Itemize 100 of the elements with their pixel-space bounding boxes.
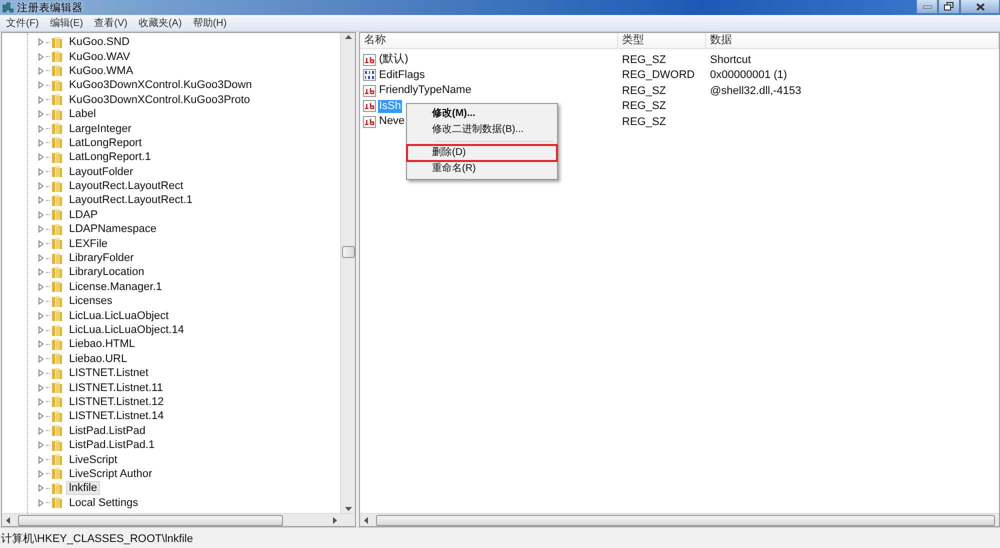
close-button[interactable] (960, 0, 1000, 14)
folder-icon (51, 266, 63, 279)
menu-item[interactable]: 文件(F) (2, 16, 46, 30)
restore-button[interactable] (938, 0, 960, 14)
tree-item[interactable]: LDAP (66, 208, 101, 222)
value-type: REG_SZ (621, 54, 668, 66)
value-name[interactable]: FriendlyTypeName (378, 84, 472, 98)
tree-item[interactable]: LayoutRect.LayoutRect.1 (66, 193, 196, 208)
string-value-icon (363, 84, 376, 97)
tree-item[interactable]: LatLongReport.1 (66, 150, 154, 164)
tree-item[interactable]: LEXFile (66, 236, 111, 251)
column-header[interactable]: 名称 (360, 33, 618, 48)
tree-item[interactable]: LatLongReport (66, 136, 145, 150)
tree-item[interactable]: LayoutFolder (66, 164, 136, 179)
tree-item[interactable]: KuGoo3DownXControl.KuGoo3Proto (66, 92, 253, 107)
menu-item[interactable]: 帮助(H) (188, 16, 234, 30)
menu-item[interactable]: 修改二进制数据(B)... (409, 122, 555, 138)
value-data: 0x00000001 (1) (709, 69, 788, 82)
menu-item[interactable]: 修改(M)... (409, 106, 555, 122)
folder-icon (51, 467, 63, 480)
folder-icon (51, 438, 63, 452)
folder-icon (51, 252, 63, 265)
horizontal-scrollbar[interactable] (360, 513, 999, 526)
scroll-thumb[interactable] (342, 246, 355, 258)
tree-item[interactable]: LISTNET.Listnet.14 (66, 409, 167, 424)
binary-value-icon (363, 69, 376, 82)
tree-item[interactable]: ListPad.ListPad (66, 424, 148, 438)
value-name[interactable]: (默认) (378, 53, 410, 66)
tree-item[interactable]: LargeInteger (66, 122, 134, 136)
window-title: 注册表编辑器 (17, 0, 83, 14)
scroll-left-icon[interactable] (364, 516, 368, 524)
folder-icon (51, 78, 63, 92)
folder-icon (51, 108, 63, 121)
folder-icon (51, 150, 63, 164)
tree-item[interactable]: lnkfile (66, 481, 100, 496)
tree-item[interactable]: LISTNET.Listnet.11 (66, 380, 166, 395)
tree-item[interactable]: LibraryFolder (66, 251, 137, 266)
column-header[interactable]: 类型 (618, 33, 706, 48)
tree-item[interactable]: Local Settings (66, 496, 142, 510)
value-type: REG_SZ (621, 84, 668, 97)
folder-icon (51, 50, 63, 64)
folder-icon (51, 309, 63, 322)
tree-item[interactable]: LibraryLocation (66, 265, 148, 280)
menu-item[interactable]: 编辑(E) (46, 16, 90, 30)
folder-icon (51, 194, 63, 207)
tree-item[interactable]: ListPad.ListPad.1 (66, 438, 158, 452)
string-value-icon (363, 54, 376, 66)
tree-item[interactable]: LiveScript Author (66, 466, 156, 481)
menu-item[interactable]: 收藏夹(A) (134, 16, 189, 30)
tree-item[interactable]: KuGoo3DownXControl.KuGoo3Down (66, 78, 255, 92)
scroll-right-icon[interactable] (333, 516, 337, 524)
folder-icon (51, 36, 63, 49)
folder-icon (51, 208, 63, 222)
tree-item[interactable]: LicLua.LicLuaObject (66, 308, 172, 323)
folder-icon (51, 222, 63, 236)
minimize-icon (922, 4, 932, 8)
tree-item[interactable]: KuGoo.WMA (66, 64, 136, 78)
tree-item[interactable]: LDAPNamespace (66, 222, 160, 236)
vertical-scrollbar[interactable] (340, 33, 355, 513)
tree-item[interactable]: Licenses (66, 294, 116, 308)
horizontal-scrollbar[interactable] (2, 513, 355, 526)
folder-icon (51, 122, 63, 136)
folder-icon (51, 482, 63, 495)
folder-icon (51, 237, 63, 250)
menu-item[interactable]: 删除(D) (407, 145, 557, 161)
value-type: REG_DWORD (621, 69, 696, 82)
tree-item[interactable]: Liebao.HTML (66, 337, 138, 352)
scroll-down-icon[interactable] (344, 507, 352, 511)
close-icon (976, 2, 984, 10)
tree-item[interactable]: LayoutRect.LayoutRect (66, 179, 186, 194)
folder-icon (51, 453, 63, 466)
value-data: @shell32.dll,-4153 (709, 84, 802, 97)
tree-item[interactable]: KuGoo.WAV (66, 50, 134, 64)
minimize-button[interactable] (916, 0, 938, 14)
tree-item[interactable]: KuGoo.SND (66, 35, 133, 50)
scroll-left-icon[interactable] (6, 516, 10, 524)
tree-item[interactable]: Label (66, 107, 99, 122)
string-value-icon (363, 116, 376, 128)
scroll-up-icon[interactable] (344, 35, 352, 39)
menu-item[interactable]: 重命名(R) (409, 161, 555, 177)
folder-icon (51, 496, 63, 510)
folder-icon (51, 324, 63, 336)
folder-icon (51, 381, 63, 394)
menu-item[interactable]: 查看(V) (90, 16, 134, 30)
registry-icon (2, 2, 14, 14)
value-type: REG_SZ (621, 100, 668, 112)
folder-icon (51, 280, 63, 294)
tree-item[interactable]: LISTNET.Listnet.12 (66, 394, 167, 409)
tree-item[interactable]: LiveScript (66, 452, 120, 467)
tree-item[interactable]: LicLua.LicLuaObject.14 (66, 323, 187, 337)
folder-icon (51, 180, 63, 193)
tree-item[interactable]: License.Manager.1 (66, 280, 165, 294)
value-name[interactable]: Neve (378, 115, 406, 128)
value-name[interactable]: EditFlags (378, 68, 426, 82)
column-header[interactable]: 数据 (706, 33, 999, 48)
folder-icon (51, 338, 63, 351)
tree-item[interactable]: Liebao.URL (66, 352, 130, 366)
folder-icon (51, 395, 63, 408)
tree-item[interactable]: LISTNET.Listnet (66, 366, 152, 380)
value-data: Shortcut (709, 54, 752, 66)
